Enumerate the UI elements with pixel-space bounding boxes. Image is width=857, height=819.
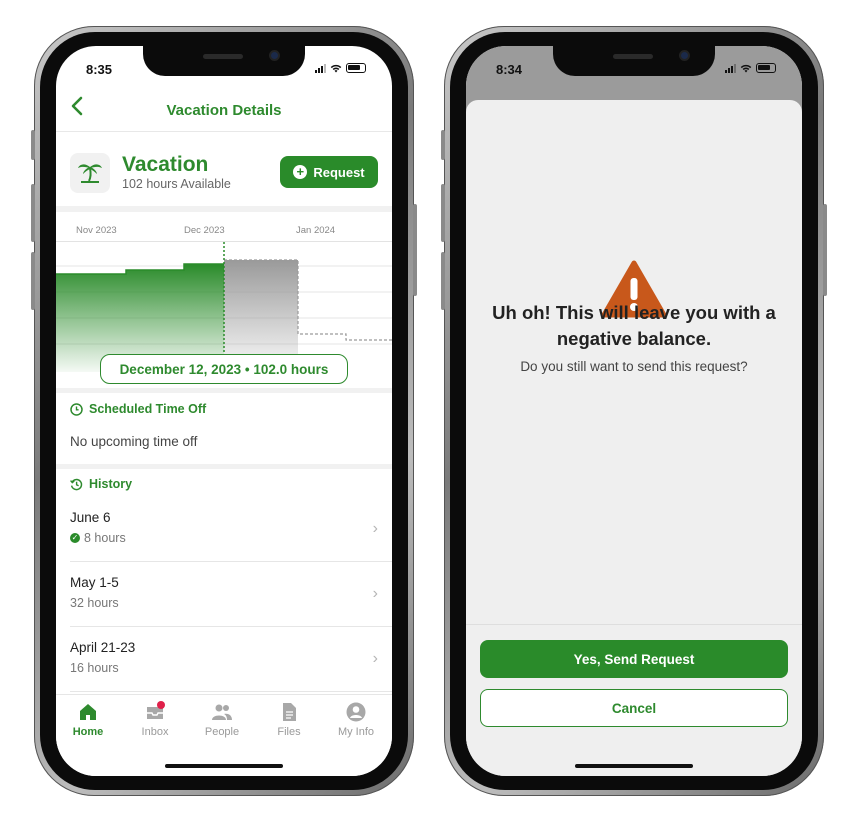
clock-icon: [70, 402, 83, 416]
history-icon: [70, 478, 83, 490]
home-icon: [80, 704, 96, 720]
notch: [553, 46, 715, 76]
side-button: [31, 130, 35, 160]
timeline-months: Nov 2023 Dec 2023 Jan 2024: [56, 218, 392, 242]
phone-right: 8:34 Uh oh! This will leave you with a n…: [441, 26, 827, 796]
volume-down-button: [441, 252, 445, 310]
request-button-label: Request: [313, 164, 365, 180]
leave-type-title: Vacation: [122, 153, 209, 176]
tab-files[interactable]: Files: [259, 701, 319, 738]
sheet-divider: [466, 624, 802, 625]
inbox-icon: [147, 701, 165, 719]
palm-tree-tile: [70, 153, 110, 193]
history-date: May 1-5: [70, 575, 119, 590]
tab-home[interactable]: Home: [58, 701, 118, 738]
tab-people[interactable]: People: [192, 701, 252, 738]
wifi-icon: [740, 64, 752, 73]
tab-label: People: [204, 726, 240, 738]
notch: [143, 46, 305, 76]
volume-up-button: [31, 184, 35, 242]
history-hours: ✓ 8 hours: [70, 531, 126, 545]
tab-inbox[interactable]: Inbox: [125, 701, 185, 738]
wifi-icon: [330, 64, 342, 73]
status-time: 8:34: [496, 62, 523, 77]
nav-bar: Vacation Details: [56, 86, 392, 132]
battery-icon: [756, 63, 776, 73]
scheduled-heading-label: Scheduled Time Off: [89, 402, 207, 416]
page-title: Vacation Details: [166, 102, 282, 119]
power-button: [823, 204, 827, 296]
chevron-right-icon: ›: [372, 520, 378, 537]
status-icons: [725, 63, 776, 73]
screen-right: 8:34 Uh oh! This will leave you with a n…: [466, 46, 802, 776]
balance-card: Vacation 102 hours Available + Request: [56, 132, 392, 212]
history-hours-label: 8 hours: [84, 531, 126, 545]
available-hours: 102 hours Available: [122, 177, 231, 191]
home-indicator: [575, 764, 693, 768]
tab-label: Home: [72, 726, 104, 738]
history-heading-label: History: [89, 477, 133, 491]
plus-circle-icon: +: [293, 165, 308, 179]
phone-left: 8:35 Vacation Details Vacation 102 hours…: [31, 26, 417, 796]
status-icons: [315, 63, 366, 73]
history-hours: 32 hours: [70, 596, 119, 610]
signal-icon: [315, 63, 326, 73]
request-button[interactable]: + Request: [280, 156, 378, 188]
history-row[interactable]: June 6 ✓ 8 hours ›: [70, 498, 392, 562]
chevron-right-icon: ›: [372, 650, 378, 667]
tab-my-info[interactable]: My Info: [326, 701, 386, 738]
alert-title: Uh oh! This will leave you with a negati…: [492, 302, 776, 349]
power-button: [413, 204, 417, 296]
file-icon: [283, 703, 296, 721]
side-button: [441, 130, 445, 160]
month-label: Nov 2023: [76, 225, 117, 236]
no-upcoming-text: No upcoming time off: [70, 434, 198, 449]
history-date: June 6: [70, 510, 111, 525]
palm-tree-icon: [78, 164, 102, 183]
volume-down-button: [31, 252, 35, 310]
signal-icon: [725, 63, 736, 73]
home-indicator: [165, 764, 283, 768]
history-heading: History: [70, 477, 132, 491]
screen-left: 8:35 Vacation Details Vacation 102 hours…: [56, 46, 392, 776]
history-date: April 21-23: [70, 640, 136, 655]
month-label: Dec 2023: [184, 225, 225, 236]
section-divider: [56, 388, 392, 393]
tab-label: My Info: [337, 726, 375, 738]
month-label: Jan 2024: [296, 225, 336, 236]
battery-icon: [346, 63, 366, 73]
history-row[interactable]: May 1-5 32 hours ›: [70, 563, 392, 627]
history-hours: 16 hours: [70, 661, 119, 675]
send-request-button[interactable]: Yes, Send Request: [480, 640, 788, 678]
chevron-right-icon: ›: [372, 585, 378, 602]
alert-sheet: Uh oh! This will leave you with a negati…: [466, 100, 802, 776]
user-icon: [346, 702, 366, 722]
approved-check-icon: ✓: [70, 533, 80, 543]
cancel-button[interactable]: Cancel: [480, 689, 788, 727]
tab-label: Inbox: [141, 726, 169, 738]
tab-bar: Home Inbox People Files My Info: [56, 694, 392, 776]
scheduled-heading: Scheduled Time Off: [70, 402, 206, 416]
section-divider: [56, 464, 392, 469]
status-time: 8:35: [86, 62, 113, 77]
history-row[interactable]: April 21-23 16 hours ›: [70, 628, 392, 692]
volume-up-button: [441, 184, 445, 242]
selected-balance-chip: December 12, 2023 • 102.0 hours: [100, 354, 348, 384]
people-icon: [212, 704, 232, 720]
alert-message: Do you still want to send this request?: [520, 359, 748, 374]
tab-label: Files: [277, 726, 301, 738]
